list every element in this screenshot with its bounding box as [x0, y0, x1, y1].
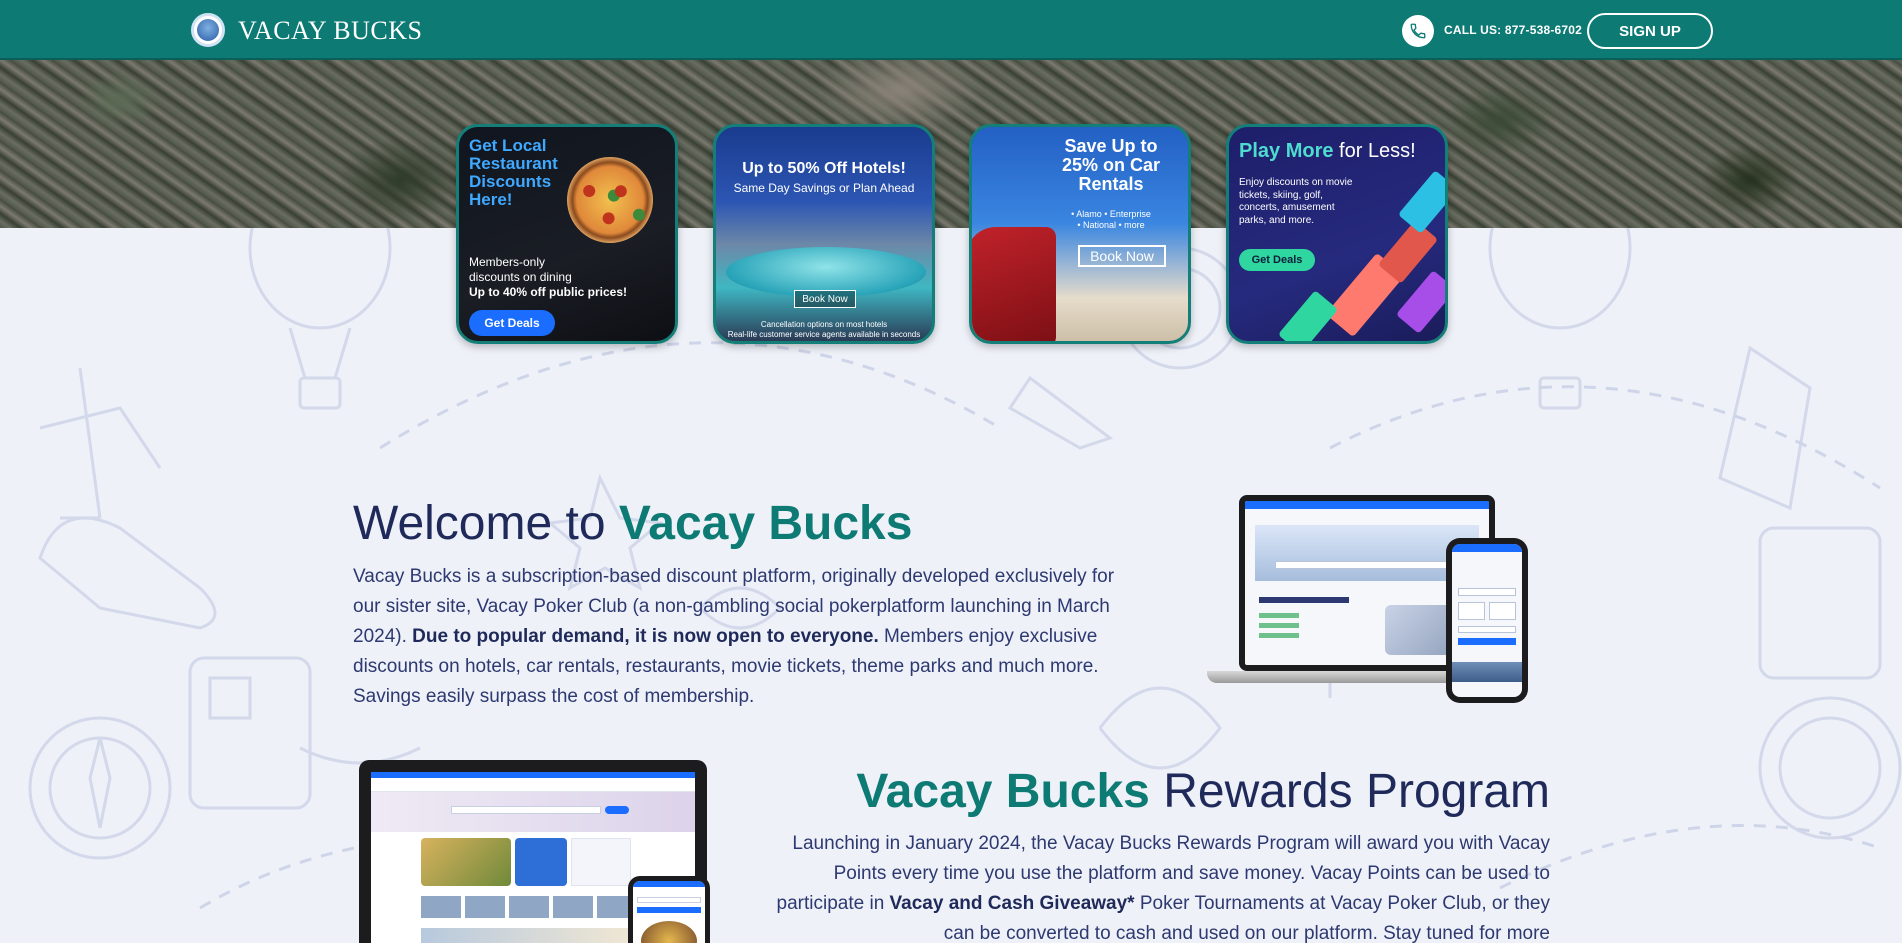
- rewards-paragraph: Launching in January 2024, the Vacay Buc…: [776, 833, 1550, 943]
- phone-icon[interactable]: [1402, 15, 1434, 47]
- ticket-image: [1397, 170, 1445, 234]
- ticket-image: [1277, 290, 1339, 341]
- hotel-promo-subtitle: Same Day Savings or Plan Ahead: [733, 181, 915, 195]
- entertainment-promo-title: Play More for Less!: [1239, 140, 1416, 162]
- top-header: VACAY BUCKS CALL US: 877-538-6702 SIGN U…: [0, 0, 1902, 60]
- welcome-heading: Welcome to Vacay Bucks: [353, 497, 913, 550]
- phone-mockup-rewards: [628, 876, 710, 943]
- brand-name[interactable]: VACAY BUCKS: [238, 16, 422, 46]
- sign-up-button[interactable]: SIGN UP: [1587, 13, 1713, 49]
- hero-image: [0, 60, 1902, 228]
- entertainment-promo-subtitle: Enjoy discounts on movie tickets, skiing…: [1239, 177, 1353, 226]
- welcome-paragraph: Vacay Bucks is a subscription-based disc…: [353, 566, 1115, 707]
- brand-logo-icon[interactable]: [191, 13, 225, 47]
- restaurant-promo-subtitle: Members-only discounts on dining Up to 4…: [469, 255, 628, 299]
- car-rental-promo-card[interactable]: Save Up to 25% on Car Rentals • Alamo • …: [969, 124, 1191, 344]
- hotel-promo-footer: Cancellation options on most hotels Real…: [727, 320, 921, 339]
- car-image: [972, 227, 1056, 341]
- rewards-heading: Vacay Bucks Rewards Program: [856, 765, 1550, 818]
- entertainment-promo-card[interactable]: Play More for Less! Enjoy discounts on m…: [1226, 124, 1448, 344]
- car-rental-promo-title: Save Up to 25% on Car Rentals: [1061, 136, 1161, 194]
- car-rental-promo-brands: • Alamo • Enterprise • National • more: [1071, 209, 1151, 231]
- restaurant-get-deals-button[interactable]: Get Deals: [469, 310, 555, 336]
- restaurant-promo-card[interactable]: Get Local Restaurant Discounts Here! Mem…: [456, 124, 678, 344]
- hotel-promo-title: Up to 50% Off Hotels!: [742, 160, 906, 177]
- hotel-promo-card[interactable]: Up to 50% Off Hotels! Same Day Savings o…: [713, 124, 935, 344]
- entertainment-get-deals-button[interactable]: Get Deals: [1239, 249, 1315, 271]
- car-rental-book-now-button[interactable]: Book Now: [1078, 245, 1166, 267]
- call-us-link[interactable]: CALL US: 877-538-6702: [1444, 23, 1582, 37]
- hotel-book-now-button[interactable]: Book Now: [794, 290, 856, 308]
- phone-mockup: [1446, 538, 1528, 703]
